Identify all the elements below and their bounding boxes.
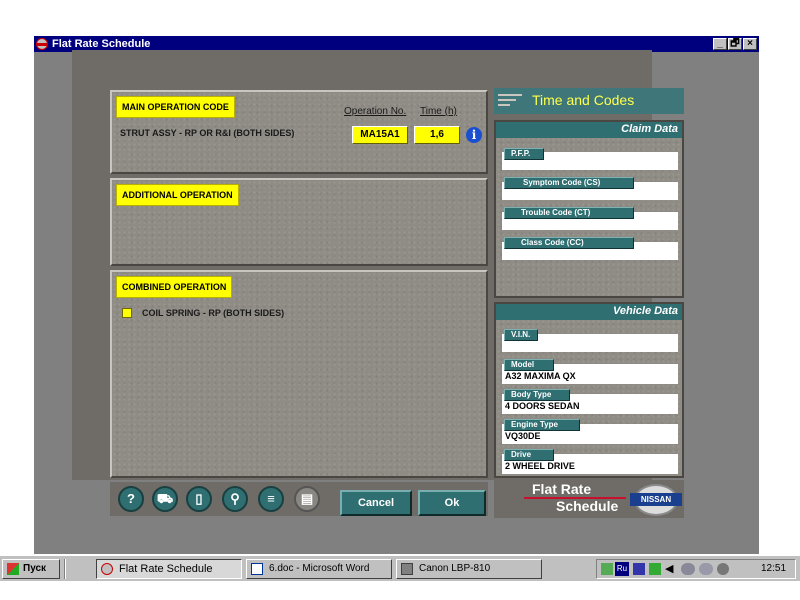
- brand-line1: Flat Rate: [532, 481, 592, 497]
- pfp-label: P.F.P.: [504, 148, 544, 160]
- printer-icon: [401, 563, 413, 575]
- taskbar-item-label: Canon LBP-810: [419, 563, 491, 574]
- search-icon[interactable]: ⚲: [222, 486, 248, 512]
- combined-item-label: COIL SPRING - RP (BOTH SIDES): [142, 308, 285, 318]
- word-icon: [251, 563, 263, 575]
- tray-scheduler-icon[interactable]: [699, 563, 713, 575]
- claim-data-header: Claim Data: [496, 122, 682, 138]
- start-label: Пуск: [23, 563, 47, 574]
- drive-label: Drive: [504, 449, 554, 461]
- body-type-label: Body Type: [504, 389, 570, 401]
- taskbar-item-printer[interactable]: Canon LBP-810: [396, 559, 542, 579]
- document-icon[interactable]: ▤: [294, 486, 320, 512]
- tray-antivirus-icon[interactable]: [681, 563, 695, 575]
- operation-no-header: Operation No.: [344, 106, 407, 117]
- door-icon[interactable]: ▯: [186, 486, 212, 512]
- taskbar-item-word[interactable]: 6.doc - Microsoft Word: [246, 559, 392, 579]
- volume-icon[interactable]: ◀: [665, 562, 673, 575]
- tray-app-icon[interactable]: [633, 563, 645, 575]
- time-codes-title: Time and Codes: [532, 92, 635, 108]
- additional-operation-panel: ADDITIONAL OPERATION: [110, 178, 488, 266]
- flat-rate-app-icon: [101, 563, 113, 575]
- info-icon[interactable]: i: [466, 127, 482, 143]
- close-button[interactable]: ×: [743, 38, 757, 50]
- header-lines-icon: [498, 94, 522, 96]
- ok-button[interactable]: Ok: [418, 490, 486, 516]
- trouble-code-label: Trouble Code (CT): [504, 207, 634, 219]
- additional-operation-label: ADDITIONAL OPERATION: [116, 184, 239, 206]
- operation-no-field[interactable]: MA15A1: [352, 126, 408, 144]
- vehicle-data-header: Vehicle Data: [496, 304, 682, 320]
- print-icon[interactable]: ≡: [258, 486, 284, 512]
- combined-operation-panel: COMBINED OPERATION COIL SPRING - RP (BOT…: [110, 270, 488, 478]
- combined-operation-label: COMBINED OPERATION: [116, 276, 233, 298]
- time-codes-header: Time and Codes: [494, 88, 684, 114]
- taskbar-item-label: 6.doc - Microsoft Word: [269, 563, 370, 574]
- model-value: A32 MAXIMA QX: [505, 371, 576, 381]
- network-icon[interactable]: [601, 563, 613, 575]
- system-tray: Ru ◀ 12:51: [596, 559, 796, 579]
- main-operation-panel: MAIN OPERATION CODE Operation No. Time (…: [110, 90, 488, 174]
- clock[interactable]: 12:51: [761, 563, 786, 574]
- maximize-button[interactable]: 🗗: [728, 38, 742, 50]
- taskbar-divider: [64, 559, 66, 579]
- tray-tool-icon[interactable]: [717, 563, 729, 575]
- cancel-button[interactable]: Cancel: [340, 490, 412, 516]
- main-operation-description: STRUT ASSY - RP OR R&I (BOTH SIDES): [120, 128, 295, 138]
- app-icon[interactable]: [36, 38, 48, 50]
- main-operation-label: MAIN OPERATION CODE: [116, 96, 235, 118]
- engine-type-label: Engine Type: [504, 419, 580, 431]
- nissan-logo-text: NISSAN: [630, 493, 682, 506]
- drive-value: 2 WHEEL DRIVE: [505, 461, 575, 471]
- tray-monitor-icon[interactable]: [649, 563, 661, 575]
- minimize-button[interactable]: _: [713, 38, 727, 50]
- class-code-label: Class Code (CC): [504, 237, 634, 249]
- brand-line2: Schedule: [556, 498, 619, 514]
- start-button[interactable]: Пуск: [2, 559, 60, 579]
- car-icon[interactable]: ⛟: [152, 486, 178, 512]
- time-header: Time (h): [420, 106, 457, 117]
- vin-label: V.I.N.: [504, 329, 538, 341]
- symptom-code-label: Symptom Code (CS): [504, 177, 634, 189]
- model-label: Model: [504, 359, 554, 371]
- taskbar: Пуск Flat Rate Schedule 6.doc - Microsof…: [0, 555, 800, 581]
- taskbar-item-flat-rate[interactable]: Flat Rate Schedule: [96, 559, 242, 579]
- body-type-value: 4 DOORS SEDAN: [505, 401, 580, 411]
- windows-icon: [7, 563, 19, 575]
- language-indicator[interactable]: Ru: [615, 562, 629, 576]
- vehicle-data-panel: Vehicle Data V.I.N. Model A32 MAXIMA QX …: [494, 302, 684, 478]
- taskbar-item-label: Flat Rate Schedule: [119, 563, 213, 575]
- time-field[interactable]: 1,6: [414, 126, 460, 144]
- combined-item-checkbox[interactable]: [122, 308, 132, 318]
- engine-type-value: VQ30DE: [505, 431, 541, 441]
- claim-data-panel: Claim Data P.F.P. Symptom Code (CS) Trou…: [494, 120, 684, 298]
- help-icon[interactable]: ?: [118, 486, 144, 512]
